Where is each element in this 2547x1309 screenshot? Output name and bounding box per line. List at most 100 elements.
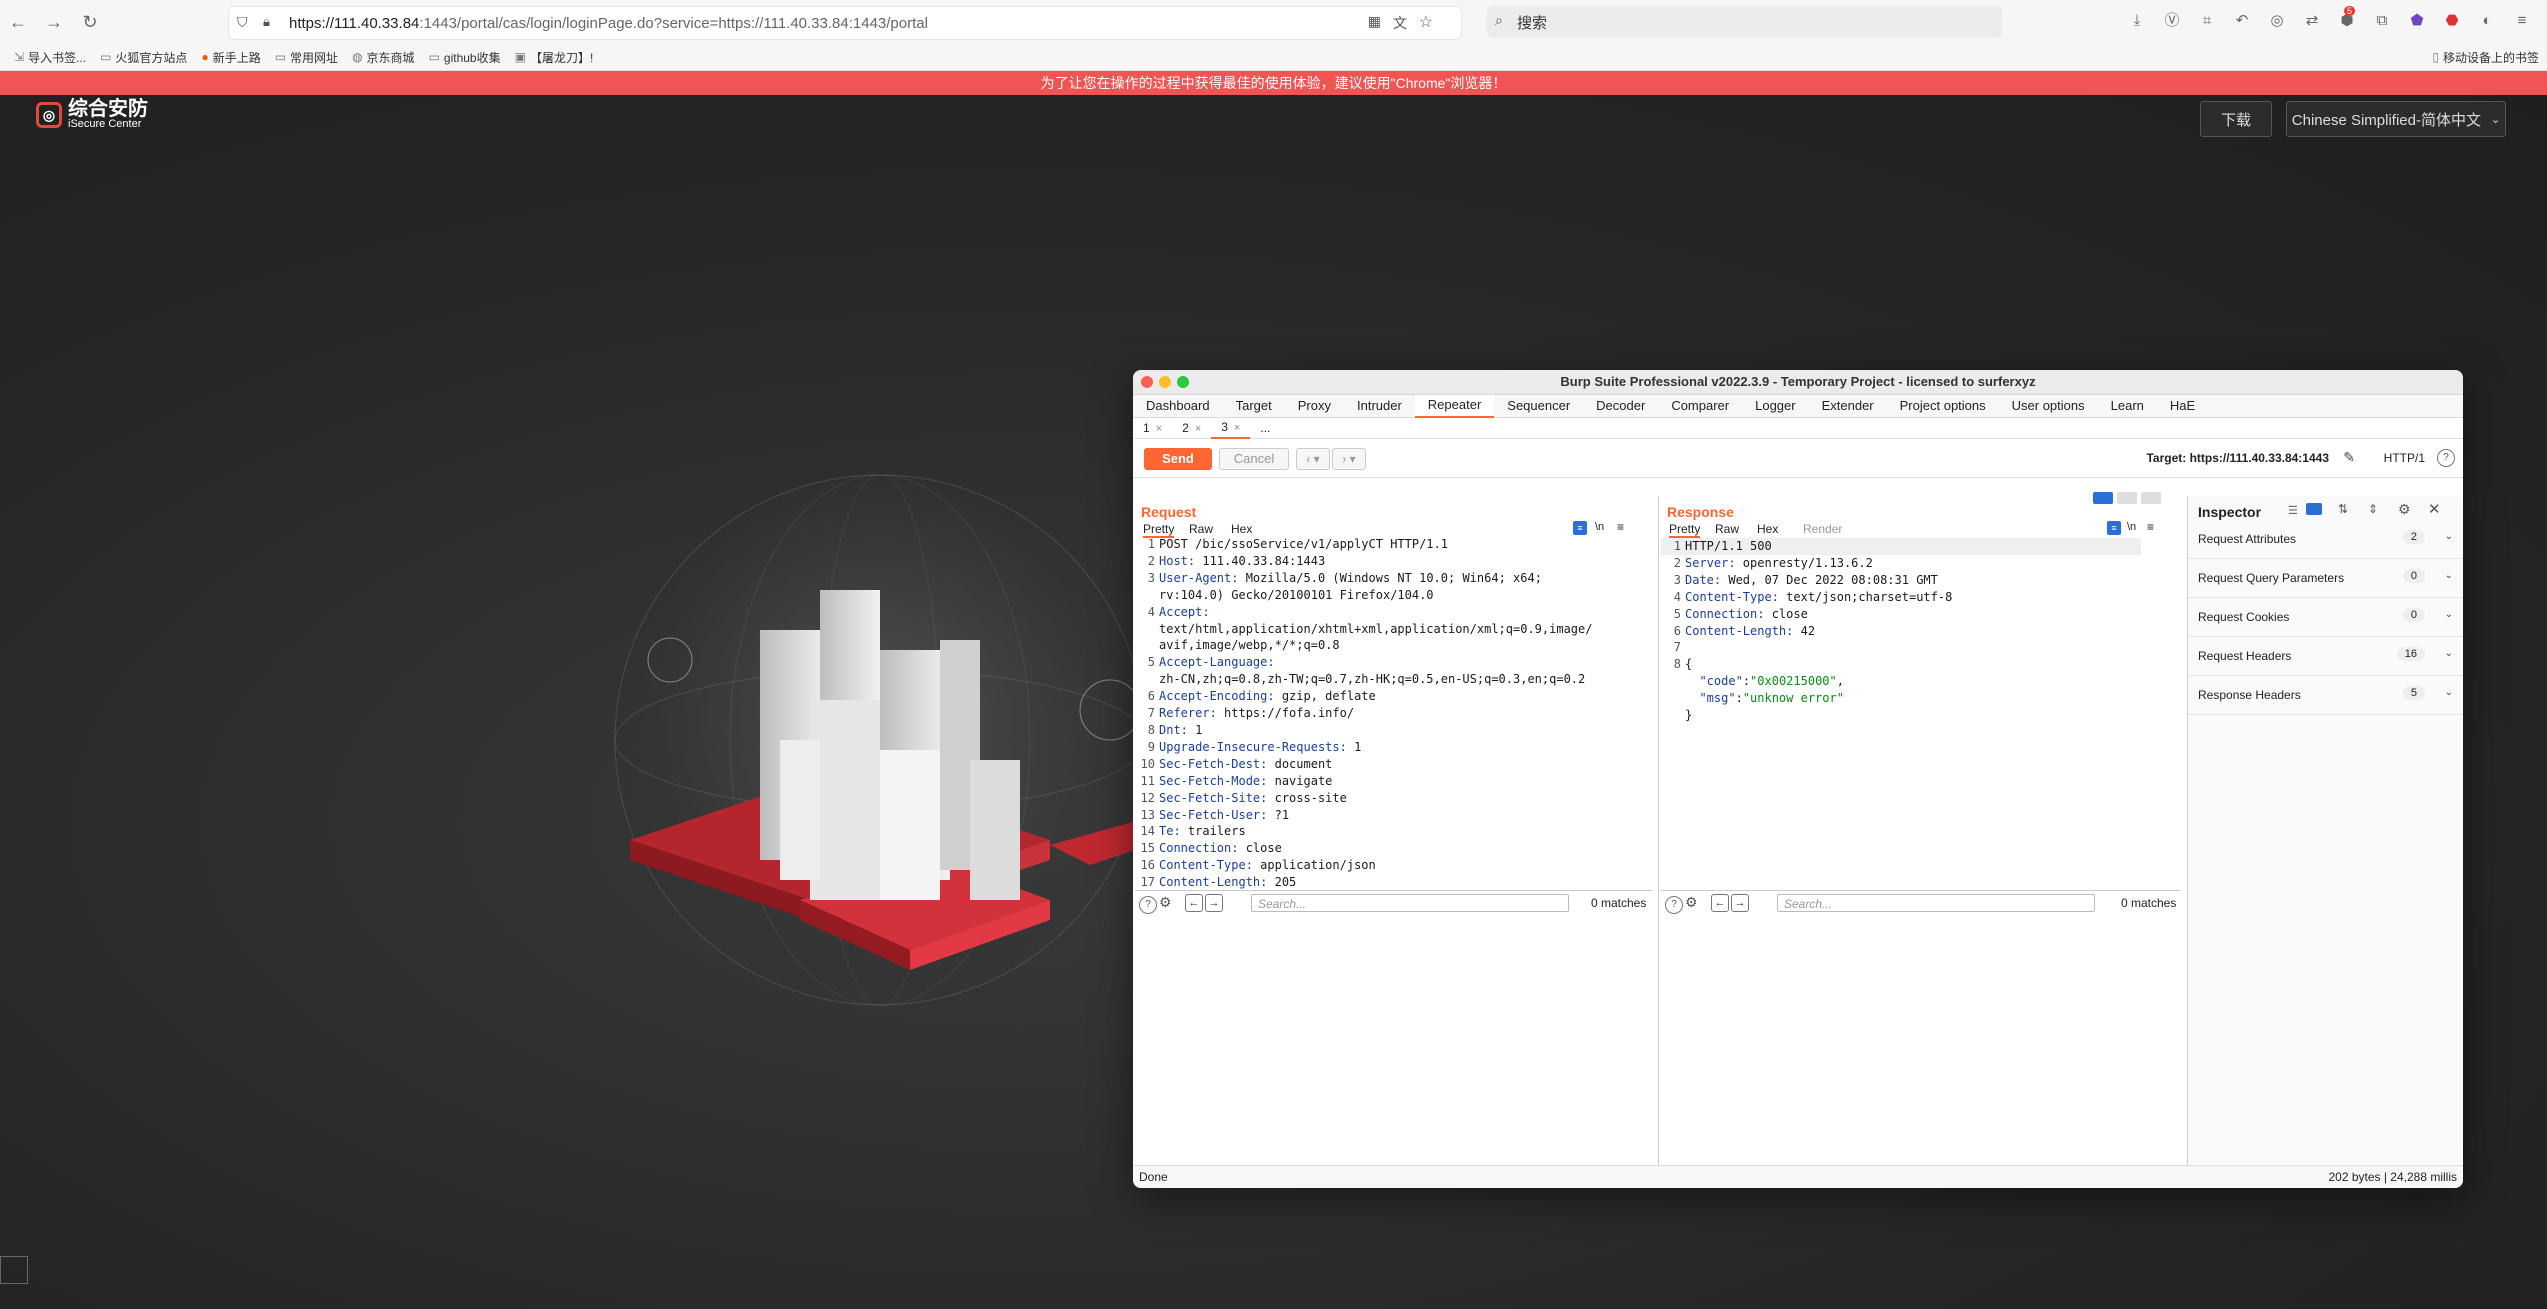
request-view-raw[interactable]: Raw [1189,522,1213,536]
newline-toggle-icon[interactable]: \n [1595,521,1604,533]
sort-icon[interactable]: ⇅ [2338,502,2348,516]
previous-match-icon[interactable]: ← [1711,894,1729,912]
message-actions-icon[interactable]: ≡ [1573,521,1587,535]
inspector-row-request-attributes[interactable]: Request Attributes 2 ⌄ [2188,520,2463,559]
bookmark-item[interactable]: ⇲ 导入书签... [14,49,86,66]
bookmark-item[interactable]: ● 新手上路 [201,49,260,66]
tab-project-options[interactable]: Project options [1887,395,1999,417]
help-icon[interactable]: ? [2437,449,2455,467]
layout-side-by-side-icon[interactable] [2093,492,2113,504]
http-version[interactable]: HTTP/1 [2384,451,2425,465]
inspector-row-request-cookies[interactable]: Request Cookies 0 ⌄ [2188,598,2463,637]
edit-target-icon[interactable]: ✎ [2343,449,2355,466]
shield-icon[interactable]: ⛉ [237,14,248,31]
tab-logger[interactable]: Logger [1742,395,1808,417]
bookmark-item[interactable]: ▭ 火狐官方站点 [100,49,187,66]
mobile-bookmarks[interactable]: ▯ 移动设备上的书签 [2432,49,2539,66]
url-bar[interactable]: ⛉ 🔒︎ https://111.40.33.84:1443/portal/ca… [228,6,1462,40]
tab-intruder[interactable]: Intruder [1344,395,1415,417]
extension-icon[interactable]: ◎ [2268,12,2286,30]
newline-toggle-icon[interactable]: \n [2127,521,2136,533]
tab-learn[interactable]: Learn [2098,395,2157,417]
layout-stacked-icon[interactable] [2117,492,2137,504]
response-viewer[interactable]: 1 HTTP/1.1 500 2 Server: openresty/1.13.6.… [1661,538,2151,738]
qr-code-icon[interactable] [0,1256,28,1284]
adblock-icon[interactable]: ⬣ [2443,12,2461,30]
message-actions-icon[interactable]: ≡ [2107,521,2121,535]
inspector-row-request-headers[interactable]: Request Headers 16 ⌄ [2188,637,2463,676]
history-forward-button[interactable]: › ▾ [1332,448,1366,470]
list-view-icon[interactable]: ☰ [2288,504,2298,517]
response-view-raw[interactable]: Raw [1715,522,1739,536]
bookmark-item[interactable]: ▭ 常用网址 [275,49,338,66]
close-icon[interactable]: ✕ [2428,500,2441,518]
tab-proxy[interactable]: Proxy [1285,395,1344,417]
undo-icon[interactable]: ↶ [2233,12,2251,30]
settings-gear-icon[interactable]: ⚙ [1159,894,1172,911]
search-bar[interactable]: ⌕ 搜索 [1487,6,2002,38]
tab-dashboard[interactable]: Dashboard [1133,395,1223,417]
download-icon[interactable]: ⤓ [2128,12,2146,30]
minimize-window-icon[interactable] [1159,376,1171,388]
response-view-render[interactable]: Render [1803,522,1842,536]
request-editor[interactable]: 1 POST /bic/ssoService/v1/applyCT HTTP/1.… [1135,536,1653,892]
tab-sequencer[interactable]: Sequencer [1494,395,1583,417]
help-icon[interactable]: ? [1139,896,1157,914]
tab-extender[interactable]: Extender [1809,395,1887,417]
tab-user-options[interactable]: User options [1999,395,2098,417]
translate-icon[interactable]: 文 [1393,13,1407,33]
collapse-icon[interactable]: ⇕ [2368,502,2378,516]
crop-icon[interactable]: ⌗ [2198,12,2216,30]
settings-gear-icon[interactable]: ⚙ [1685,894,1698,911]
forward-icon[interactable]: → [36,4,72,40]
lock-icon[interactable]: 🔒︎ [263,14,270,30]
account-icon[interactable]: ◐ [2478,12,2496,30]
back-icon[interactable]: ← [0,4,36,40]
next-match-icon[interactable]: → [1731,894,1749,912]
grid-view-icon[interactable] [2306,503,2322,515]
bookmark-item[interactable]: ▭ github收集 [429,49,501,66]
response-view-hex[interactable]: Hex [1757,522,1778,536]
translate-ext-icon[interactable]: ⇄ [2303,12,2321,30]
close-window-icon[interactable] [1141,376,1153,388]
maximize-window-icon[interactable] [1177,376,1189,388]
tab-comparer[interactable]: Comparer [1658,395,1742,417]
response-view-pretty[interactable]: Pretty [1669,522,1701,538]
menu-icon[interactable]: ≡ [2513,12,2531,30]
repeater-tab-1[interactable]: 1 × [1133,418,1172,438]
bookmark-star-icon[interactable]: ☆ [1419,12,1433,32]
extension-v-icon[interactable]: Ⓥ [2163,12,2181,30]
layout-tabs-icon[interactable] [2141,492,2161,504]
language-select[interactable]: Chinese Simplified-简体中文 ⌄ [2286,101,2506,137]
request-view-hex[interactable]: Hex [1231,522,1252,536]
tab-decoder[interactable]: Decoder [1583,395,1658,417]
next-match-icon[interactable]: → [1205,894,1223,912]
repeater-tab-2[interactable]: 2 × [1172,418,1211,438]
puzzle-icon[interactable]: ⧉ [2373,12,2391,30]
repeater-tab-new[interactable]: ... [1250,418,1280,438]
reload-icon[interactable]: ↻ [72,4,108,40]
close-icon[interactable]: × [1156,423,1162,435]
shield-ext-icon[interactable]: ⬟ [2408,12,2426,30]
inspector-row-response-headers[interactable]: Response Headers 5 ⌄ [2188,676,2463,715]
tab-target[interactable]: Target [1223,395,1285,417]
cancel-button[interactable]: Cancel [1219,448,1289,470]
menu-icon[interactable]: ≡ [1617,520,1624,534]
response-search-input[interactable]: Search... [1777,894,2095,912]
history-back-button[interactable]: ‹ ▾ [1296,448,1330,470]
close-icon[interactable]: × [1195,423,1201,435]
previous-match-icon[interactable]: ← [1185,894,1203,912]
tab-hae[interactable]: HaE [2157,395,2208,417]
bookmark-item[interactable]: ▣ 【屠龙刀】! [515,49,594,66]
download-button[interactable]: 下载 [2200,101,2272,137]
request-search-input[interactable]: Search... [1251,894,1569,912]
close-icon[interactable]: × [1234,422,1240,434]
repeater-tab-3[interactable]: 3 × [1211,417,1251,439]
menu-icon[interactable]: ≡ [2147,520,2154,534]
tab-repeater[interactable]: Repeater [1414,394,1495,418]
bookmark-item[interactable]: ◍ 京东商城 [352,49,415,66]
qr-icon[interactable]: ▦ [1368,13,1381,30]
settings-gear-icon[interactable]: ⚙ [2398,501,2411,518]
help-icon[interactable]: ? [1665,896,1683,914]
inspector-row-query-parameters[interactable]: Request Query Parameters 0 ⌄ [2188,559,2463,598]
